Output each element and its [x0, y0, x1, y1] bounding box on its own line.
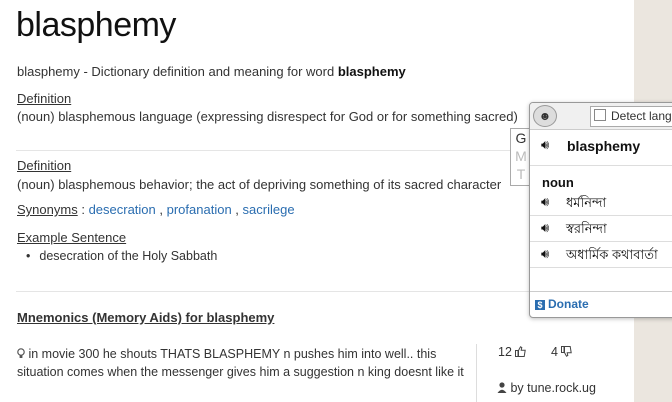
vote-divider	[476, 344, 477, 402]
lightbulb-icon	[17, 348, 25, 358]
donate-link[interactable]: $ Donate	[535, 297, 589, 311]
synonyms-label: Synonyms	[17, 202, 78, 217]
thumbs-up-icon	[515, 346, 527, 357]
definition-text-1: (noun) blasphemous language (expressing …	[17, 109, 518, 124]
definition-label-1: Definition	[17, 91, 72, 106]
popup-divider	[530, 267, 672, 268]
gmt-tab-t[interactable]: T	[511, 165, 531, 183]
translator-logo-icon[interactable]: ☻	[533, 105, 557, 127]
page-title: blasphemy	[16, 6, 176, 44]
popup-word: blasphemy	[567, 138, 641, 154]
donate-label: Donate	[548, 297, 589, 311]
synonyms-row: Synonyms : desecration , profanation , s…	[17, 202, 295, 217]
detect-language-select[interactable]: Detect langu	[590, 106, 672, 127]
author-name: by tune.rock.ug	[510, 381, 596, 395]
definition-text-2: (noun) blasphemous behavior; the act of …	[17, 177, 502, 192]
translation-item: অধার্মিক কথাবার্তা	[566, 247, 658, 262]
detect-language-label: Detect langu	[611, 109, 672, 123]
translation-item: ধর্মনিন্দা	[566, 195, 607, 210]
translation-item: স্বরনিন্দা	[566, 221, 607, 236]
synonym-link-profanation[interactable]: profanation	[167, 202, 232, 217]
example-item: desecration of the Holy Sabbath	[26, 249, 217, 263]
downvote-count: 4	[551, 345, 558, 359]
mnemonic-text: in movie 300 he shouts THATS BLASPHEMY n…	[17, 345, 467, 381]
page-subtitle: blasphemy - Dictionary definition and me…	[17, 64, 406, 79]
divider	[16, 150, 536, 151]
popup-divider	[530, 241, 672, 242]
speaker-icon[interactable]: 🔊︎	[541, 246, 549, 262]
speaker-icon[interactable]: 🔊︎	[541, 220, 549, 236]
mnemonic-body: in movie 300 he shouts THATS BLASPHEMY n…	[17, 347, 464, 379]
mnemonic-author: by tune.rock.ug	[497, 381, 596, 395]
synonym-link-desecration[interactable]: desecration	[89, 202, 156, 217]
dollar-icon: $	[535, 300, 545, 310]
thumbs-down-icon	[561, 346, 573, 357]
speaker-icon[interactable]: 🔊︎	[541, 194, 549, 210]
divider	[16, 291, 536, 292]
user-icon	[497, 382, 507, 393]
detect-checkbox[interactable]	[594, 109, 606, 121]
subtitle-prefix: blasphemy - Dictionary definition and me…	[17, 64, 338, 79]
synonym-link-sacrilege[interactable]: sacrilege	[243, 202, 295, 217]
part-of-speech: noun	[542, 175, 574, 190]
example-label: Example Sentence	[17, 230, 127, 245]
example-list: desecration of the Holy Sabbath	[26, 249, 217, 263]
definition-label-2: Definition	[17, 158, 72, 173]
popup-footer-divider	[530, 291, 672, 292]
upvote-count: 12	[498, 345, 512, 359]
popup-divider	[530, 165, 672, 166]
mnemonics-title: Mnemonics (Memory Aids) for blasphemy	[17, 310, 275, 325]
downvote-button[interactable]: 4	[551, 345, 573, 359]
gmt-tab-g[interactable]: G	[511, 129, 531, 147]
speaker-icon[interactable]: 🔊︎	[541, 137, 549, 153]
subtitle-word: blasphemy	[337, 64, 406, 79]
gmt-tab-m[interactable]: M	[511, 147, 531, 165]
upvote-button[interactable]: 12	[498, 345, 527, 359]
gmt-tabs[interactable]: G M T	[510, 128, 531, 186]
popup-divider	[530, 215, 672, 216]
popup-toolbar: ☻ Detect langu	[530, 103, 672, 130]
